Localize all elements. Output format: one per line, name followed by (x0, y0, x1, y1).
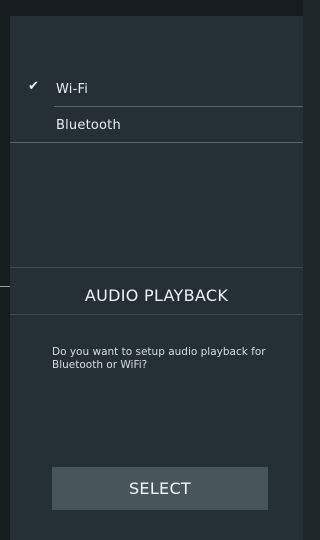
title-top-divider (10, 267, 303, 268)
select-button[interactable]: SELECT (52, 467, 268, 510)
dialog-title: AUDIO PLAYBACK (84, 286, 229, 305)
screen: ✔ Wi-Fi Bluetooth AUDIO PLAYBACK Do you … (0, 0, 303, 540)
audio-playback-panel: ✔ Wi-Fi Bluetooth AUDIO PLAYBACK Do you … (10, 16, 303, 540)
option-bluetooth-label: Bluetooth (56, 118, 121, 133)
status-bar (0, 0, 303, 16)
option-wifi-label: Wi-Fi (56, 82, 89, 97)
title-bottom-divider (10, 314, 303, 315)
option-bluetooth[interactable]: Bluetooth (10, 108, 303, 144)
dialog-message: Do you want to setup audio playback for … (52, 346, 266, 371)
option-wifi[interactable]: ✔ Wi-Fi (10, 72, 303, 108)
options-bottom-divider (10, 142, 303, 143)
background-divider (0, 286, 10, 287)
checkmark-icon: ✔ (28, 79, 39, 94)
option-divider (54, 106, 303, 107)
background-edge (0, 0, 10, 540)
